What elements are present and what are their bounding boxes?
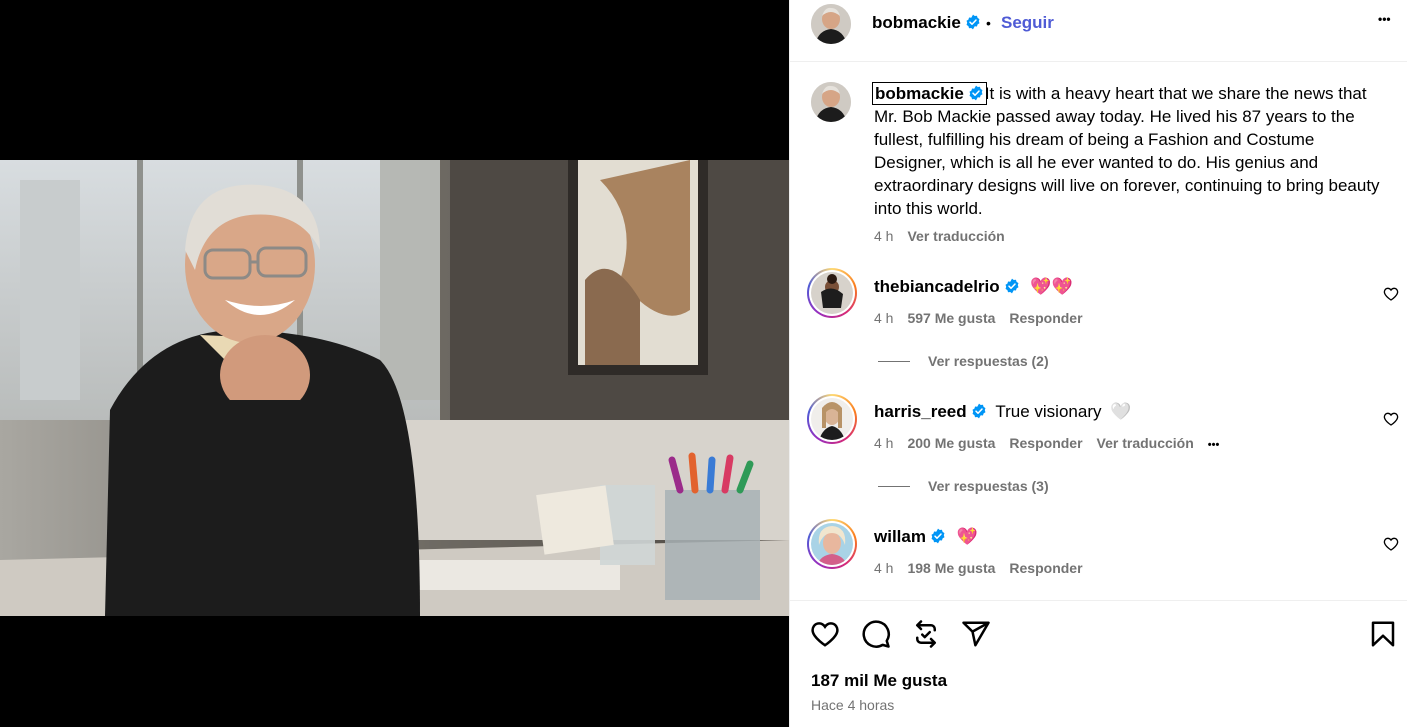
header-separator: • <box>986 15 991 31</box>
caption-text: It is with a heavy heart that we share t… <box>874 84 1380 218</box>
comment-translate-link[interactable]: Ver traducción <box>1097 435 1194 451</box>
heart-outline-icon[interactable] <box>1383 411 1399 427</box>
author-avatar[interactable] <box>811 4 851 44</box>
follow-button[interactable]: Seguir <box>1001 13 1054 33</box>
comment-likes[interactable]: 597 Me gusta <box>907 310 995 326</box>
like-icon[interactable] <box>810 619 840 649</box>
likes-count[interactable]: 187 mil Me gusta <box>811 671 947 691</box>
heart-outline-icon[interactable] <box>1383 286 1399 302</box>
comment-time: 4 h <box>874 435 894 451</box>
reply-button[interactable]: Responder <box>1009 435 1082 451</box>
comment-body: harris_reed True visionary 🤍 <box>874 402 1131 422</box>
post-photo[interactable] <box>0 160 789 616</box>
verified-badge-icon <box>1005 278 1019 294</box>
comment-icon[interactable] <box>861 619 891 649</box>
post-side-panel: bobmackie • Seguir ••• bobmackie It is wi… <box>789 0 1407 727</box>
comment-username[interactable]: harris_reed <box>874 402 967 421</box>
comment-meta: 4 h 198 Me gusta Responder <box>874 560 1097 576</box>
comment-time: 4 h <box>874 560 894 576</box>
verified-badge-icon <box>931 528 945 544</box>
comment-body: thebiancadelrio 💖💖 <box>874 277 1073 297</box>
verified-badge-icon <box>972 403 986 419</box>
share-icon[interactable] <box>961 619 991 649</box>
comment-meta: 4 h 597 Me gusta Responder <box>874 310 1097 326</box>
comment-emoji: 💖💖 <box>1030 277 1073 296</box>
more-options-button[interactable]: ••• <box>1378 12 1391 26</box>
save-icon[interactable] <box>1368 619 1398 649</box>
comment-avatar[interactable] <box>807 519 857 569</box>
post-actions: 187 mil Me gusta Hace 4 horas <box>790 600 1407 727</box>
author-username[interactable]: bobmackie <box>872 13 981 33</box>
caption-meta: 4 h Ver traducción <box>874 228 1019 244</box>
caption-avatar[interactable] <box>811 82 851 122</box>
caption-translate-link[interactable]: Ver traducción <box>907 228 1004 244</box>
comment-username[interactable]: thebiancadelrio <box>874 277 1000 296</box>
post-caption: bobmackie It is with a heavy heart that w… <box>872 82 1388 220</box>
comment-emoji: 💖 <box>956 527 978 546</box>
heart-outline-icon[interactable] <box>1383 536 1399 552</box>
comment-avatar[interactable] <box>807 268 857 318</box>
reply-button[interactable]: Responder <box>1009 560 1082 576</box>
view-replies-button[interactable]: Ver respuestas (3) <box>878 478 1049 494</box>
post-timestamp: Hace 4 horas <box>811 697 895 713</box>
view-replies-button[interactable]: Ver respuestas (2) <box>878 353 1049 369</box>
comment-avatar[interactable] <box>807 394 857 444</box>
comment-emoji: 🤍 <box>1110 402 1132 421</box>
post-media <box>0 0 789 727</box>
verified-badge-icon <box>966 14 980 30</box>
comment-likes[interactable]: 200 Me gusta <box>907 435 995 451</box>
comment-text: True visionary <box>995 402 1102 421</box>
caption-time: 4 h <box>874 228 894 244</box>
post-header: bobmackie • Seguir ••• <box>790 0 1407 62</box>
comment-time: 4 h <box>874 310 894 326</box>
comment-meta: 4 h 200 Me gusta Responder Ver traducción ••… <box>874 435 1233 451</box>
comment-username[interactable]: willam <box>874 527 926 546</box>
comment-options-button[interactable]: ••• <box>1208 439 1220 451</box>
caption-username[interactable]: bobmackie <box>872 82 987 105</box>
comment-body: willam 💖 <box>874 527 978 547</box>
reply-button[interactable]: Responder <box>1009 310 1082 326</box>
comment-likes[interactable]: 198 Me gusta <box>907 560 995 576</box>
verified-badge-icon <box>969 85 983 101</box>
repost-icon[interactable] <box>911 619 941 649</box>
